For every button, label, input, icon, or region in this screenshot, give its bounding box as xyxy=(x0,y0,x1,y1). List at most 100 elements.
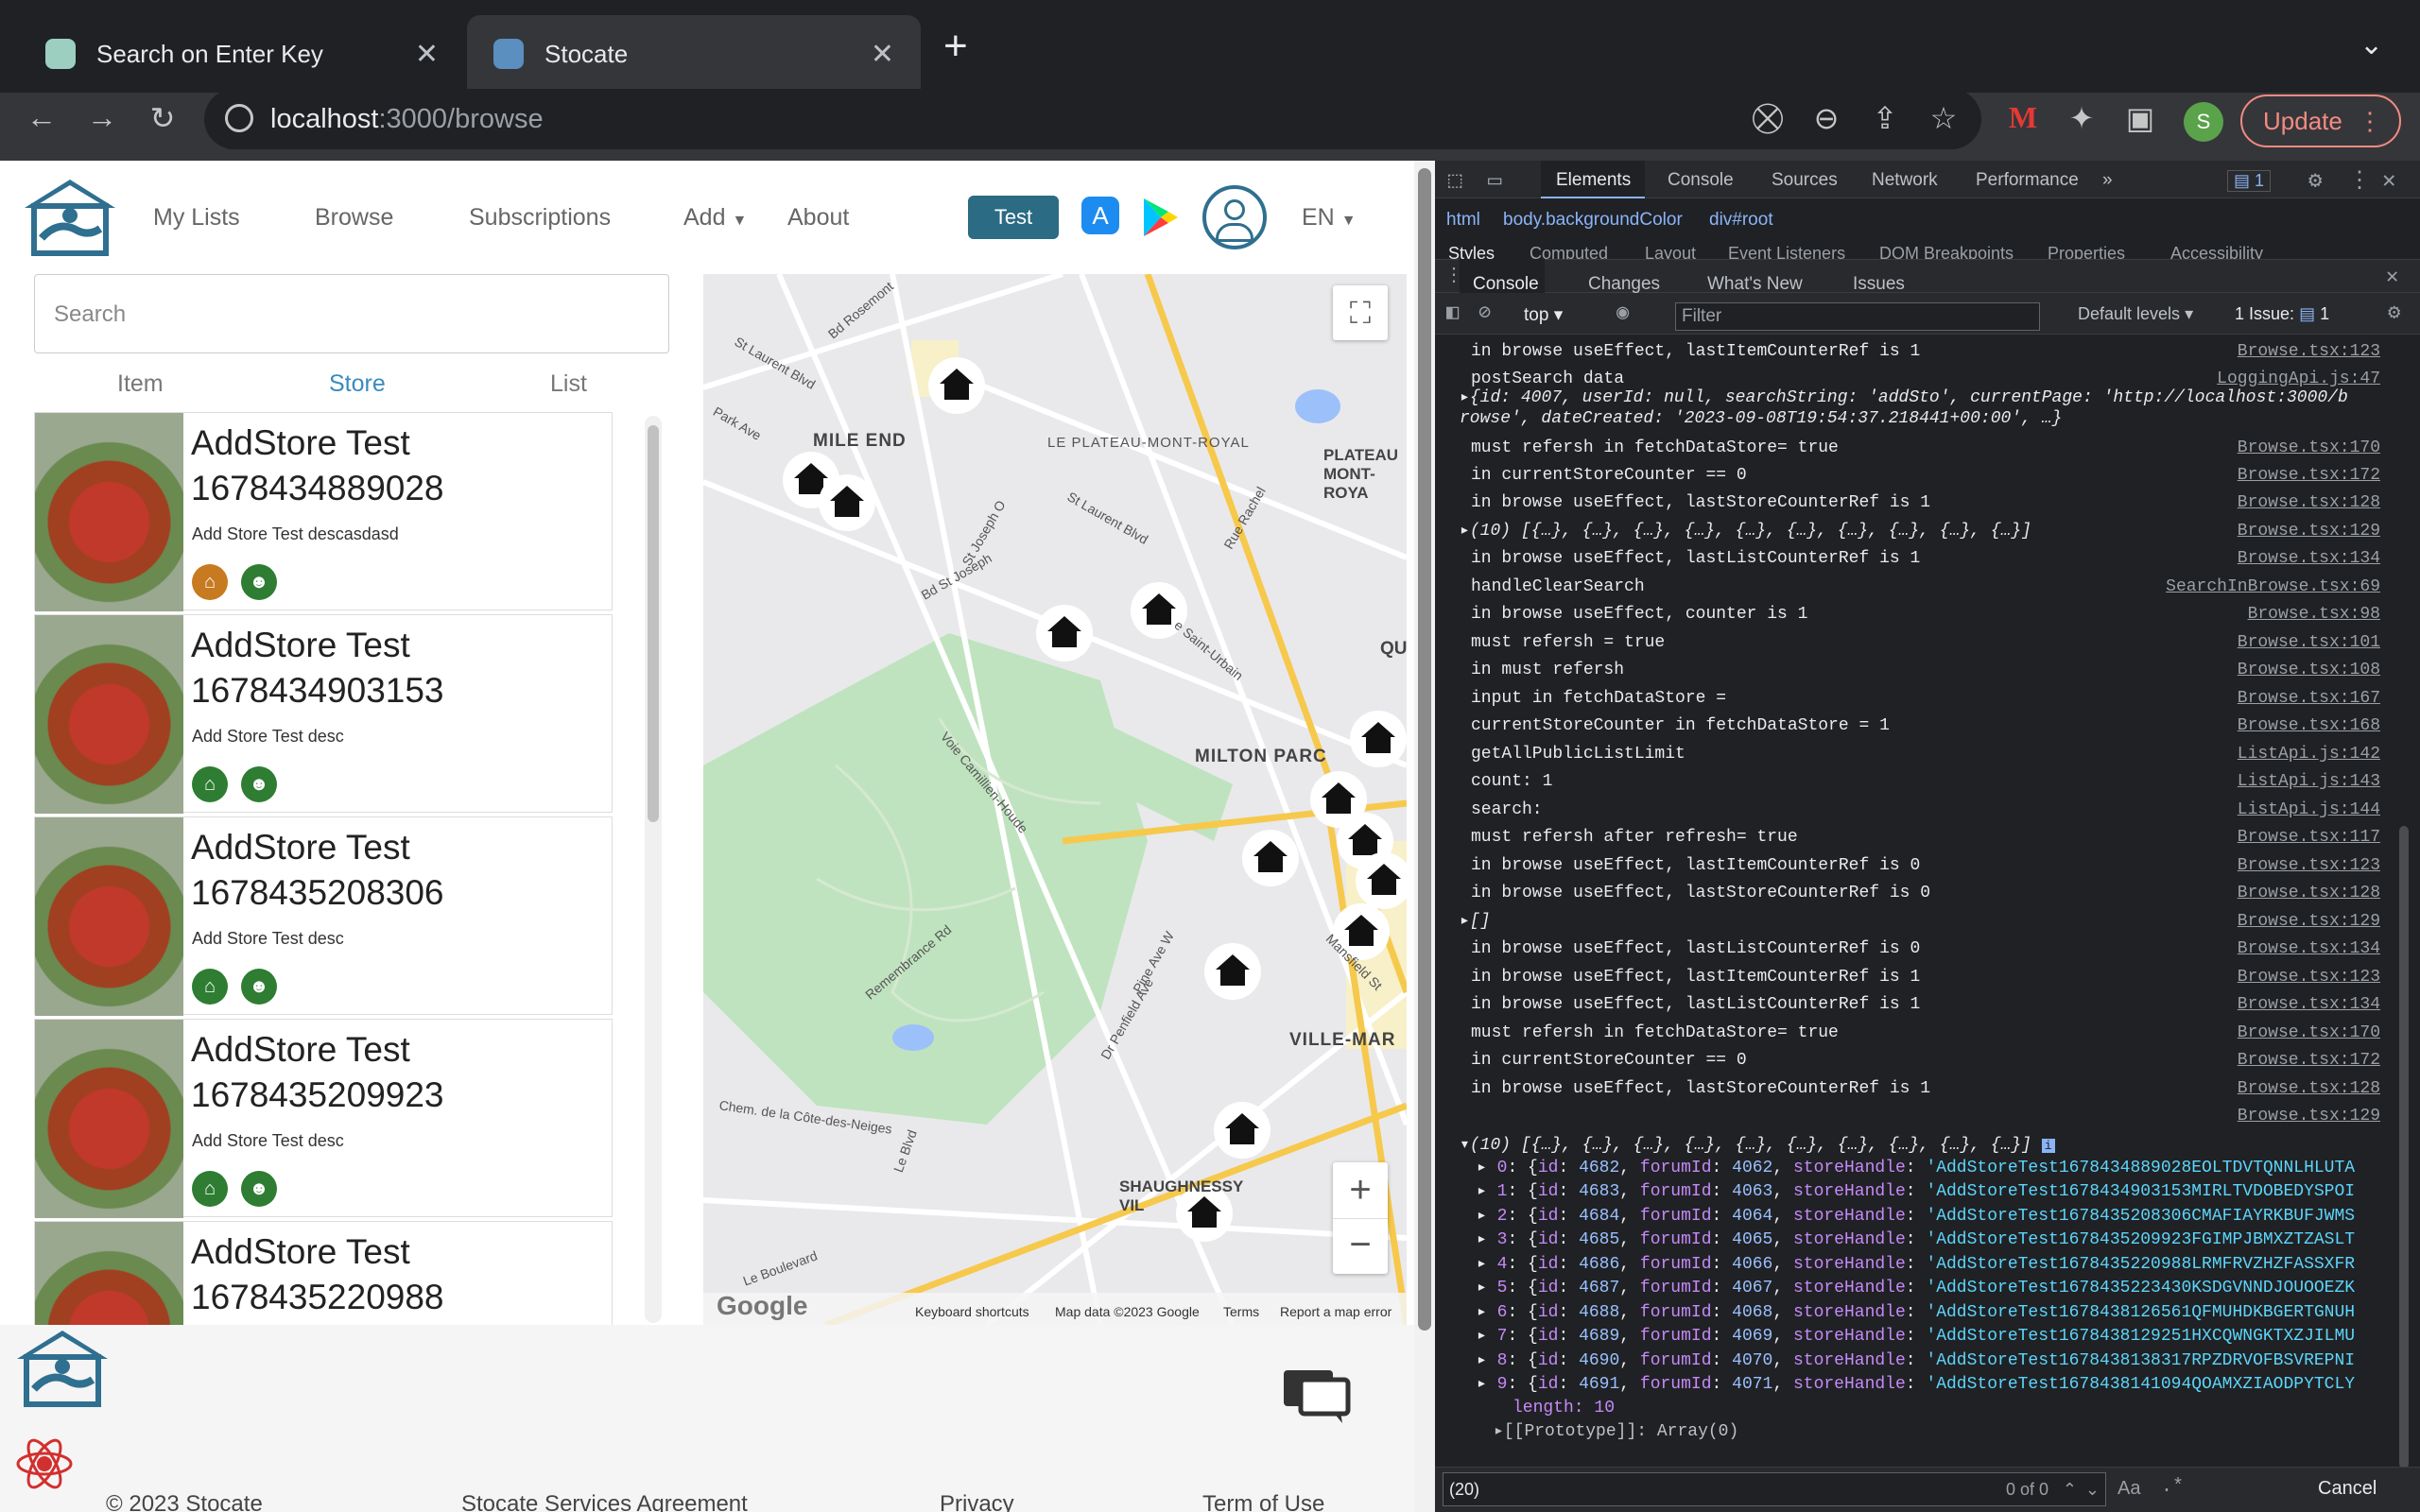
zoom-out-button[interactable]: − xyxy=(1333,1218,1388,1274)
store-card[interactable]: AddStore Test 1678434903153 Add Store Tes… xyxy=(34,614,613,814)
tab-properties[interactable]: Properties xyxy=(2048,244,2125,259)
new-tab-icon[interactable]: + xyxy=(943,23,968,70)
log-source-link[interactable]: Browse.tsx:134 xyxy=(2238,545,2380,573)
log-source-link[interactable]: Browse.tsx:123 xyxy=(2238,964,2380,991)
tab-network[interactable]: Network xyxy=(1872,170,1938,191)
side-panel-icon[interactable]: ▣ xyxy=(2119,100,2161,136)
list-scrollbar[interactable] xyxy=(645,416,662,1323)
community-icon[interactable]: ☻ xyxy=(241,766,277,802)
address-bar[interactable]: localhost:3000/browse xyxy=(204,89,1981,149)
log-source-link[interactable]: Browse.tsx:172 xyxy=(2238,462,2380,490)
log-source-link[interactable]: Browse.tsx:108 xyxy=(2238,657,2380,684)
more-menu-icon[interactable]: ⋮ xyxy=(2358,96,2382,146)
log-source-link[interactable]: Browse.tsx:170 xyxy=(2238,1020,2380,1047)
log-source-link[interactable]: Browse.tsx:168 xyxy=(2238,713,2380,740)
nav-add[interactable]: Add ▼ xyxy=(683,204,747,232)
breadcrumb-root[interactable]: div#root xyxy=(1709,210,1773,231)
tab-computed[interactable]: Computed xyxy=(1530,244,1608,259)
tab-sources[interactable]: Sources xyxy=(1772,170,1838,191)
console-filter-input[interactable]: Filter xyxy=(1675,302,2040,331)
chat-icon[interactable] xyxy=(1280,1366,1352,1425)
array-item[interactable]: ▸ 7: {id: 4689, forumId: 4069, storeHand… xyxy=(1477,1325,2355,1349)
log-source-link[interactable]: Browse.tsx:129 xyxy=(2238,518,2380,545)
tab-event-listeners[interactable]: Event Listeners xyxy=(1728,244,1845,259)
log-array[interactable]: ▸[] Browse.tsx:129 xyxy=(1435,908,2399,936)
drawer-tab-whats-new[interactable]: What's New xyxy=(1707,274,1803,295)
settings-gear-icon[interactable]: ⚙ xyxy=(2308,166,2322,195)
store-card[interactable]: AddStore Test 1678435208306 Add Store Tes… xyxy=(34,816,613,1016)
nav-about[interactable]: About xyxy=(787,204,849,232)
report-map-error-link[interactable]: Report a map error xyxy=(1280,1304,1392,1319)
tab-item[interactable]: Item xyxy=(117,370,164,398)
map[interactable]: MILE END LE PLATEAU-MONT-ROYAL PLATEAU M… xyxy=(703,274,1407,1325)
tab-styles[interactable]: Styles xyxy=(1448,244,1495,259)
stocate-logo[interactable] xyxy=(21,176,119,263)
store-card[interactable]: AddStore Test 1678434889028 Add Store Tes… xyxy=(34,412,613,611)
services-agreement-link[interactable]: Stocate Services Agreement xyxy=(461,1491,748,1512)
console-settings-icon[interactable]: ⚙ xyxy=(2388,301,2400,325)
issue-counter[interactable]: 1 Issue: ▤ 1 xyxy=(2235,304,2329,324)
tab-dom-breakpoints[interactable]: DOM Breakpoints xyxy=(1879,244,2014,259)
search-input[interactable]: Search xyxy=(34,274,669,353)
back-icon[interactable]: ← xyxy=(21,100,62,135)
log-source-link[interactable]: Browse.tsx:117 xyxy=(2238,824,2380,851)
log-source-link[interactable]: Browse.tsx:128 xyxy=(2238,1075,2380,1103)
tab-search-on-enter-key[interactable]: Search on Enter Key ✕ xyxy=(19,15,465,93)
find-next-icon[interactable]: ⌄ xyxy=(2085,1473,2100,1505)
context-selector[interactable]: top ▾ xyxy=(1524,304,1563,326)
test-button[interactable]: Test xyxy=(968,196,1059,239)
app-store-icon[interactable]: A xyxy=(1081,197,1119,234)
log-source-link[interactable]: ListApi.js:142 xyxy=(2238,741,2380,768)
sidebar-toggle-icon[interactable]: ◧ xyxy=(1446,301,1459,325)
keyboard-shortcuts-link[interactable]: Keyboard shortcuts xyxy=(915,1304,1029,1319)
store-icon[interactable]: ⌂ xyxy=(192,564,228,600)
array-item[interactable]: ▸ 4: {id: 4686, forumId: 4066, storeHand… xyxy=(1477,1253,2355,1277)
forward-icon[interactable]: → xyxy=(81,100,123,135)
drawer-tab-changes[interactable]: Changes xyxy=(1588,274,1660,295)
array-item[interactable]: ▸ 3: {id: 4685, forumId: 4065, storeHand… xyxy=(1477,1228,2355,1252)
close-tab-icon[interactable]: ✕ xyxy=(871,38,894,71)
share-icon[interactable]: ⇪ xyxy=(1864,100,1906,136)
site-info-icon[interactable] xyxy=(225,104,253,132)
live-expression-eye-icon[interactable]: ◉ xyxy=(1616,301,1629,325)
extensions-icon[interactable]: ✦ xyxy=(2061,100,2102,136)
page-scrollbar[interactable] xyxy=(1414,161,1435,1512)
info-icon[interactable]: i xyxy=(2041,1139,2055,1153)
store-icon[interactable]: ⌂ xyxy=(192,1171,228,1207)
cookie-blocked-icon[interactable]: ⛒ xyxy=(1747,100,1789,136)
zoom-icon[interactable]: ⊖ xyxy=(1806,100,1847,136)
inspect-icon[interactable]: ⬚ xyxy=(1448,166,1461,195)
log-source-link[interactable]: Browse.tsx:129 xyxy=(2238,1103,2380,1130)
log-source-link[interactable]: Browse.tsx:123 xyxy=(2238,852,2380,880)
tab-accessibility[interactable]: Accessibility xyxy=(2170,244,2263,259)
log-source-link[interactable]: Browse.tsx:134 xyxy=(2238,991,2380,1019)
issues-badge[interactable]: ▤ 1 xyxy=(2227,170,2272,192)
close-tab-icon[interactable]: ✕ xyxy=(415,38,439,71)
terms-of-use-link[interactable]: Term of Use xyxy=(1202,1491,1324,1512)
tab-performance[interactable]: Performance xyxy=(1976,170,2079,191)
log-source-link[interactable]: ListApi.js:143 xyxy=(2238,768,2380,796)
bookmark-star-icon[interactable]: ☆ xyxy=(1923,100,1964,136)
tab-console[interactable]: Console xyxy=(1668,170,1734,191)
list-scrollbar-thumb[interactable] xyxy=(648,425,659,822)
log-levels-dropdown[interactable]: Default levels ▾ xyxy=(2078,304,2193,324)
log-source-link[interactable]: Browse.tsx:128 xyxy=(2238,880,2380,907)
breadcrumb-body[interactable]: body.backgroundColor xyxy=(1503,210,1683,231)
community-icon[interactable]: ☻ xyxy=(241,1171,277,1207)
update-button[interactable]: Update ⋮ xyxy=(2240,94,2401,147)
store-icon[interactable]: ⌂ xyxy=(192,766,228,802)
log-source-link[interactable]: Browse.tsx:128 xyxy=(2238,490,2380,517)
log-array[interactable]: ▸(10) [{…}, {…}, {…}, {…}, {…}, {…}, {…}… xyxy=(1435,518,2399,545)
gmail-extension-icon[interactable]: M xyxy=(2002,100,2044,135)
log-source-link[interactable]: Browse.tsx:167 xyxy=(2238,685,2380,713)
array-header[interactable]: ▾(10) [{…}, {…}, {…}, {…}, {…}, {…}, {…}… xyxy=(1460,1134,2055,1158)
tab-stocate[interactable]: Stocate ✕ xyxy=(467,15,921,93)
log-source-link[interactable]: Browse.tsx:123 xyxy=(2238,338,2380,366)
log-source-link[interactable]: Browse.tsx:172 xyxy=(2238,1047,2380,1074)
find-cancel-button[interactable]: Cancel xyxy=(2318,1478,2377,1500)
google-play-icon[interactable] xyxy=(1140,197,1180,238)
nav-my-lists[interactable]: My Lists xyxy=(153,204,240,232)
log-source-link[interactable]: ListApi.js:144 xyxy=(2238,797,2380,824)
array-item[interactable]: ▸ 8: {id: 4690, forumId: 4070, storeHand… xyxy=(1477,1349,2355,1373)
language-selector[interactable]: EN ▼ xyxy=(1302,204,1357,232)
